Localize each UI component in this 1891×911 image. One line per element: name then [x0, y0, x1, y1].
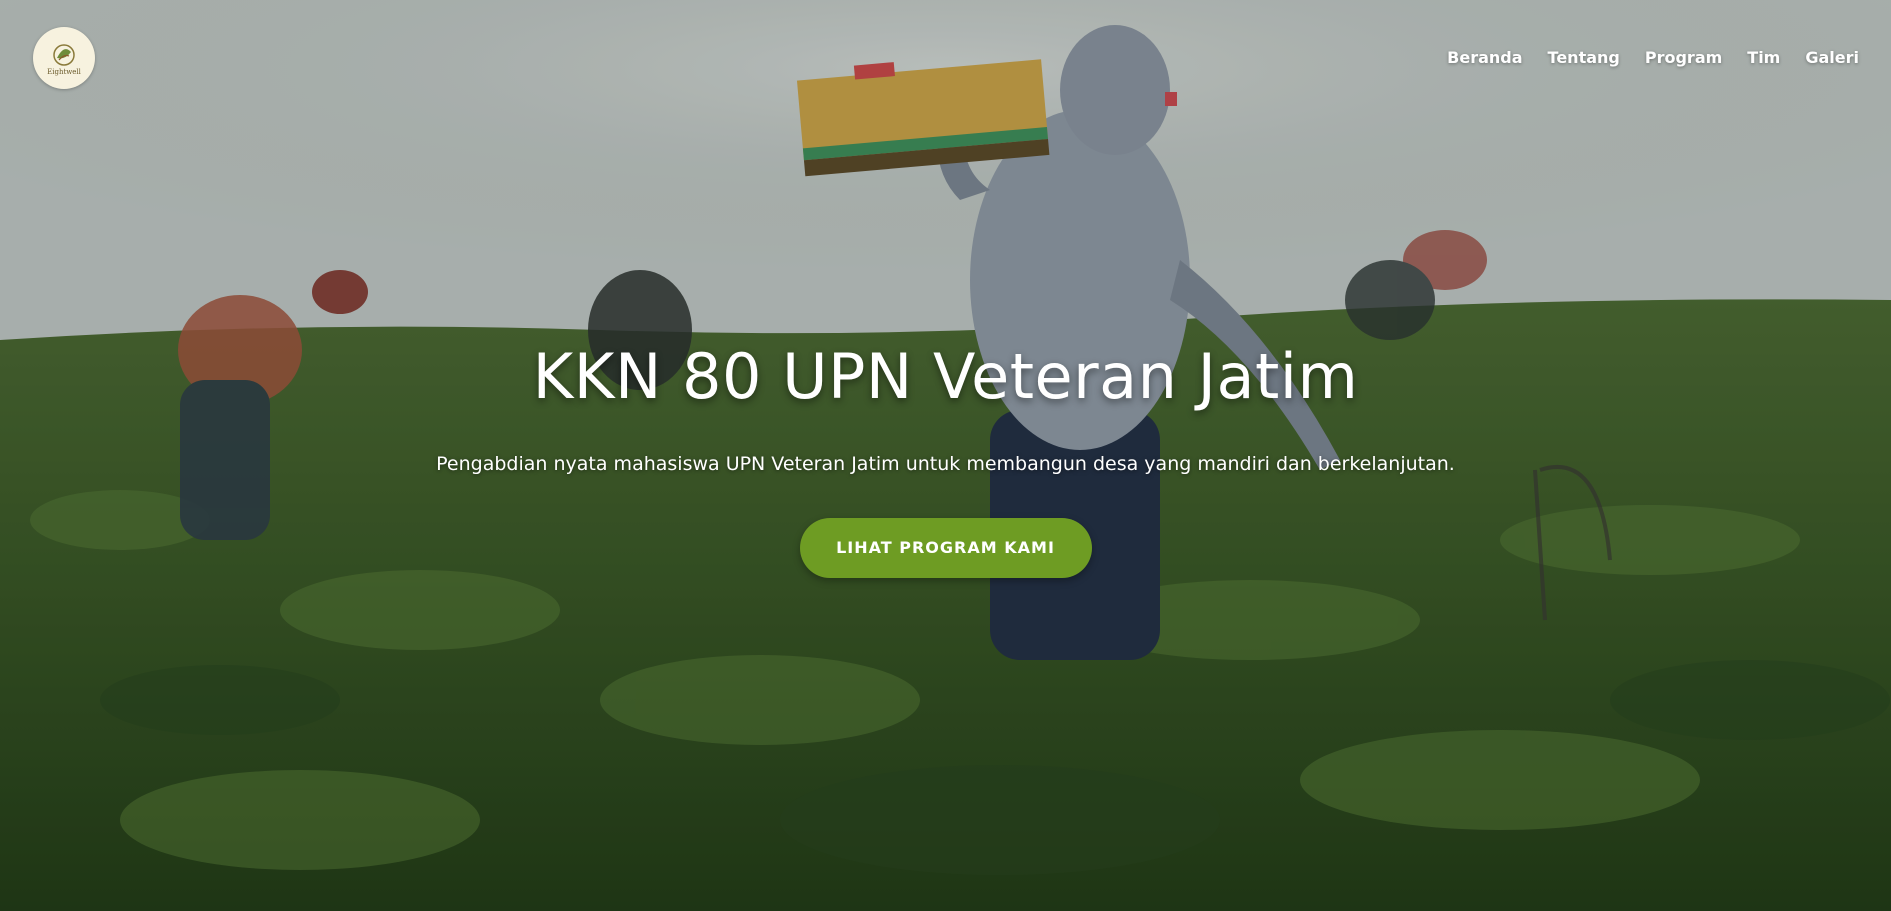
nav-link-beranda[interactable]: Beranda [1447, 48, 1522, 67]
nav-link-galeri[interactable]: Galeri [1805, 48, 1859, 67]
hero-subtitle: Pengabdian nyata mahasiswa UPN Veteran J… [436, 453, 1455, 475]
nav-link-tim[interactable]: Tim [1747, 48, 1780, 67]
hero-content: KKN 80 UPN Veteran Jatim Pengabdian nyat… [0, 340, 1891, 578]
hero-section: Eightwell Beranda Tentang Program Tim Ga… [0, 0, 1891, 911]
view-program-button[interactable]: LIHAT PROGRAM KAMI [799, 518, 1092, 578]
nav-menu: Beranda Tentang Program Tim Galeri [1447, 48, 1859, 67]
logo[interactable]: Eightwell [33, 27, 95, 89]
hero-title: KKN 80 UPN Veteran Jatim [532, 340, 1359, 413]
nav-link-tentang[interactable]: Tentang [1548, 48, 1620, 67]
navbar: Eightwell Beranda Tentang Program Tim Ga… [0, 0, 1891, 118]
logo-text: Eightwell [47, 68, 81, 76]
nav-link-program[interactable]: Program [1645, 48, 1722, 67]
leaf-emblem-icon [53, 44, 75, 66]
